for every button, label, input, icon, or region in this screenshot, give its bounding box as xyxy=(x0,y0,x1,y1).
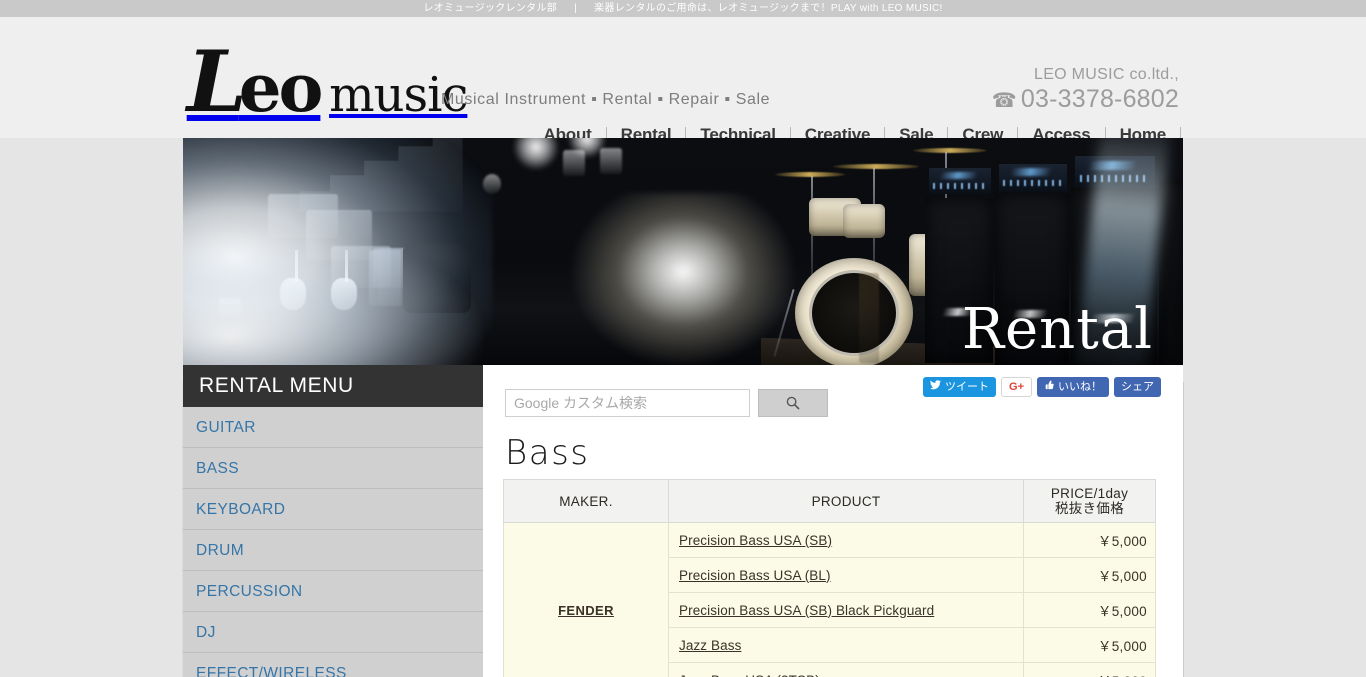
twitter-label: ツイート xyxy=(945,381,990,393)
product-link[interactable]: Precision Bass USA (SB) Black Pickguard xyxy=(679,603,934,618)
sidebar-item-effect-wireless[interactable]: EFFECT/WIRELESS xyxy=(183,653,483,677)
product-cell: Precision Bass USA (SB) Black Pickguard xyxy=(668,592,1024,628)
twitter-tweet-button[interactable]: ツイート xyxy=(923,377,997,397)
facebook-like-button[interactable]: いいね！ xyxy=(1037,377,1109,397)
company-name: LEO MUSIC co.ltd., xyxy=(1034,66,1179,83)
rental-menu-sidebar: RENTAL MENU GUITAR BASS KEYBOARD DRUM PE… xyxy=(183,365,483,677)
page-root: Leo music Musical Instrument ▪ Rental ▪ … xyxy=(0,17,1366,677)
sidebar-item-dj[interactable]: DJ xyxy=(183,612,483,653)
search-button[interactable] xyxy=(758,389,828,417)
product-cell: Precision Bass USA (BL) xyxy=(668,557,1024,593)
search-input[interactable] xyxy=(505,389,750,417)
sidebar-item-drum[interactable]: DRUM xyxy=(183,530,483,571)
hero-banner: Rental xyxy=(183,138,1183,365)
sidebar-title: RENTAL MENU xyxy=(183,365,483,407)
price-cell: ￥5,000 xyxy=(1023,557,1156,593)
product-link[interactable]: Jazz Bass xyxy=(679,638,741,653)
product-link[interactable]: Precision Bass USA (BL) xyxy=(679,568,831,583)
product-cell: Jazz Bass xyxy=(668,627,1024,663)
site-header: Leo music Musical Instrument ▪ Rental ▪ … xyxy=(183,17,1183,144)
topbar-left-text: レオミュージックレンタル部 xyxy=(423,3,558,14)
sidebar-item-bass[interactable]: BASS xyxy=(183,448,483,489)
contact-block: LEO MUSIC co.ltd., ☎ 03-3378-6802 xyxy=(992,65,1179,116)
table-header-row: MAKER. PRODUCT PRICE/1day 税抜き価格 xyxy=(503,479,1156,523)
telephone-icon: ☎ xyxy=(991,90,1017,112)
thumbs-up-icon xyxy=(1044,377,1054,397)
product-cell: Precision Bass USA (SB) xyxy=(668,522,1024,558)
table-row: FENDER Precision Bass USA (SB) ￥5,000 xyxy=(503,522,1156,677)
logo-leo-text: Leo xyxy=(186,32,324,131)
site-tagline: Musical Instrument ▪ Rental ▪ Repair ▪ S… xyxy=(441,91,771,108)
topbar-separator: | xyxy=(574,3,578,14)
topbar-right-text: 楽器レンタルのご用命は、レオミュージックまで！PLAY with LEO MUS… xyxy=(594,3,943,14)
site-container: Leo music Musical Instrument ▪ Rental ▪ … xyxy=(183,17,1183,677)
page-right-gutter xyxy=(1183,382,1366,677)
maker-label: FENDER xyxy=(558,602,614,618)
social-buttons: ツイート G+ いいね！ シェア xyxy=(923,377,1161,397)
sidebar-item-guitar[interactable]: GUITAR xyxy=(183,407,483,448)
sidebar-item-keyboard[interactable]: KEYBOARD xyxy=(183,489,483,530)
price-cell: ￥5,000 xyxy=(1023,662,1156,677)
googleplus-button[interactable]: G+ xyxy=(1001,377,1032,397)
facebook-share-label: シェア xyxy=(1121,381,1154,393)
twitter-bird-icon xyxy=(930,377,942,397)
search-row: ツイート G+ いいね！ シェア xyxy=(503,377,1163,429)
product-cell: Jazz Bass USA (3TSB) xyxy=(668,662,1024,677)
hero-title: Rental xyxy=(961,297,1153,362)
price-cell: ￥5,000 xyxy=(1023,627,1156,663)
phone-number: ☎ 03-3378-6802 xyxy=(992,84,1179,116)
search-icon xyxy=(786,396,800,410)
main-content: ツイート G+ いいね！ シェア xyxy=(483,365,1183,677)
rental-price-table: MAKER. PRODUCT PRICE/1day 税抜き価格 FENDER P… xyxy=(503,479,1156,677)
googleplus-label: G+ xyxy=(1009,381,1024,393)
top-notice-bar: レオミュージックレンタル部 | 楽器レンタルのご用命は、レオミュージックまで！P… xyxy=(0,0,1366,17)
column-header-price-sub: 税抜き価格 xyxy=(1055,501,1124,516)
price-cell: ￥5,000 xyxy=(1023,522,1156,558)
table-body: FENDER Precision Bass USA (SB) ￥5,000 Pr… xyxy=(503,522,1156,677)
page-body: RENTAL MENU GUITAR BASS KEYBOARD DRUM PE… xyxy=(183,365,1183,677)
column-header-maker: MAKER. xyxy=(503,479,669,523)
facebook-share-button[interactable]: シェア xyxy=(1114,377,1161,397)
column-header-price-main: PRICE/1day xyxy=(1050,486,1129,501)
column-header-price: PRICE/1day 税抜き価格 xyxy=(1023,479,1156,523)
facebook-like-label: いいね！ xyxy=(1058,381,1102,393)
page-title: Bass xyxy=(505,433,590,473)
table-head: MAKER. PRODUCT PRICE/1day 税抜き価格 xyxy=(503,479,1156,523)
price-cell: ￥5,000 xyxy=(1023,592,1156,628)
site-logo[interactable]: Leo music xyxy=(186,32,469,131)
maker-cell-fender: FENDER xyxy=(503,522,669,677)
page-left-gutter xyxy=(0,382,183,677)
sidebar-item-percussion[interactable]: PERCUSSION xyxy=(183,571,483,612)
phone-number-text: 03-3378-6802 xyxy=(1020,85,1179,113)
product-link[interactable]: Jazz Bass USA (3TSB) xyxy=(679,673,820,677)
column-header-product: PRODUCT xyxy=(668,479,1024,523)
product-link[interactable]: Precision Bass USA (SB) xyxy=(679,533,832,548)
